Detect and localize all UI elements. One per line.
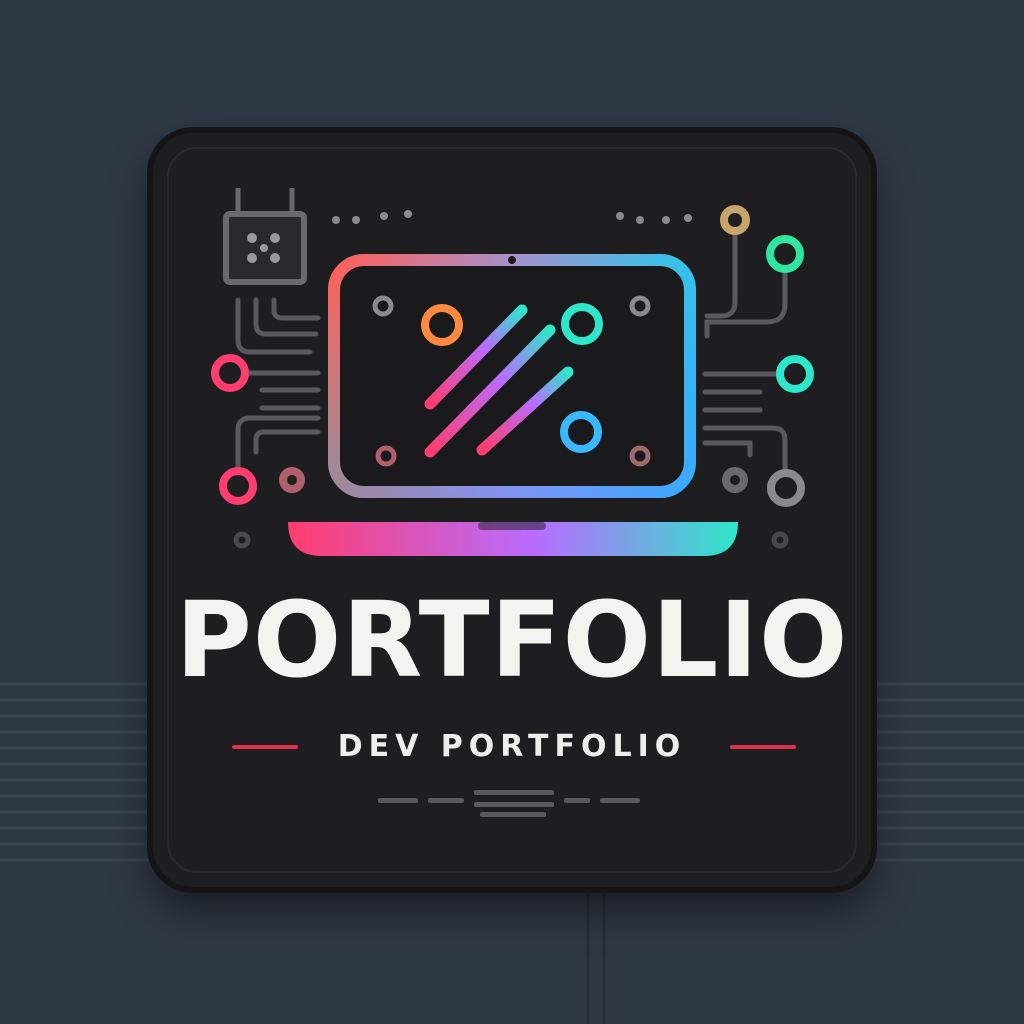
laptop-circuit-icon [211, 188, 814, 817]
decorative-dashes [378, 790, 640, 817]
logo-title: PORTFOLIO [175, 579, 849, 701]
camera-dot [508, 256, 516, 264]
dots-top [332, 210, 692, 224]
subtitle-rule-right [730, 745, 796, 749]
circuit-traces-left [235, 297, 321, 473]
logo-subtitle: DEV PORTFOLIO [337, 729, 687, 764]
chip-icon [223, 188, 307, 285]
